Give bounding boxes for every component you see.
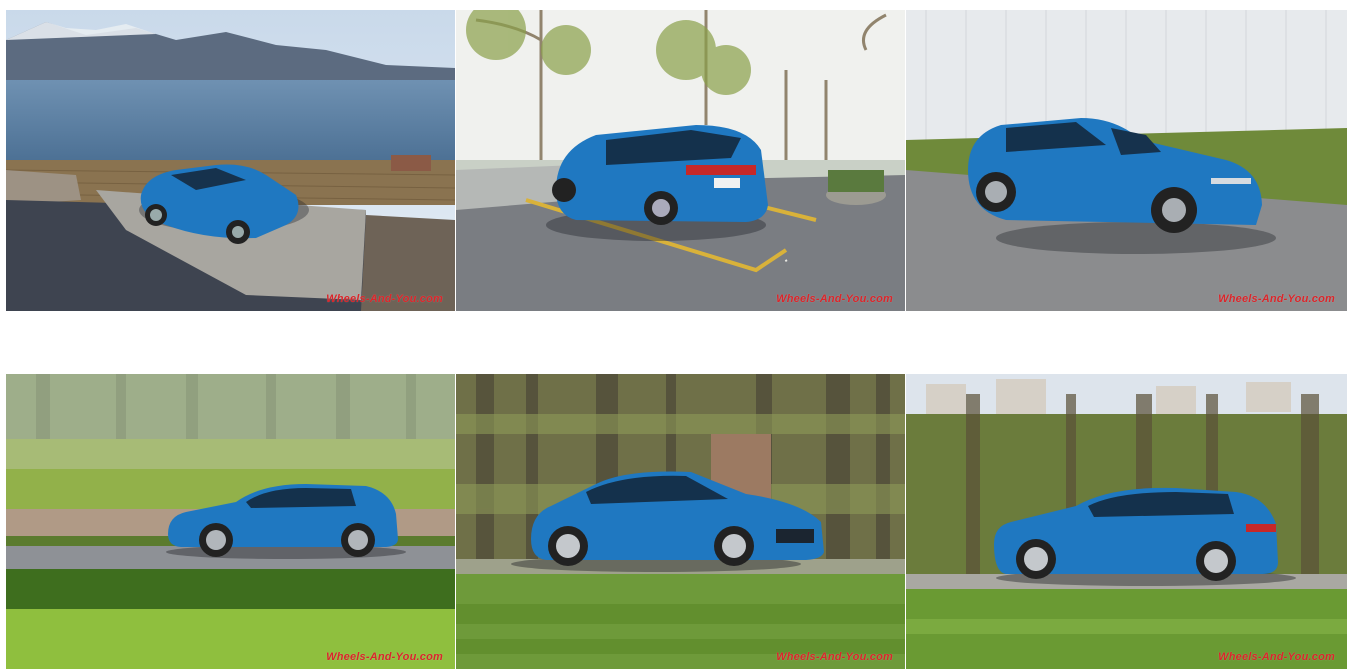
- photo-2-image: [456, 10, 905, 311]
- photo-5-image: [456, 374, 905, 669]
- watermark-4: Wheels-And-You.com: [326, 651, 443, 663]
- watermark-5: Wheels-And-You.com: [776, 651, 893, 663]
- photo-3-image: [906, 10, 1347, 311]
- watermark-2: Wheels-And-You.com: [776, 293, 893, 305]
- gallery-photo-4[interactable]: Wheels-And-You.com: [6, 374, 455, 669]
- photo-4-image: [6, 374, 455, 669]
- watermark-1: Wheels-And-You.com: [326, 293, 443, 305]
- photo-1-image: [6, 10, 455, 311]
- gallery-photo-5[interactable]: Wheels-And-You.com: [456, 374, 905, 669]
- gallery-photo-1[interactable]: Wheels-And-You.com: [6, 10, 455, 311]
- watermark-3: Wheels-And-You.com: [1218, 293, 1335, 305]
- gallery-photo-6[interactable]: Wheels-And-You.com: [906, 374, 1347, 669]
- gallery-photo-3[interactable]: Wheels-And-You.com: [906, 10, 1347, 311]
- photo-6-image: [906, 374, 1347, 669]
- gallery-photo-2[interactable]: Wheels-And-You.com: [456, 10, 905, 311]
- watermark-6: Wheels-And-You.com: [1218, 651, 1335, 663]
- photo-gallery: Wheels-And-You.com Wheels-And-You.com Wh…: [0, 0, 1347, 669]
